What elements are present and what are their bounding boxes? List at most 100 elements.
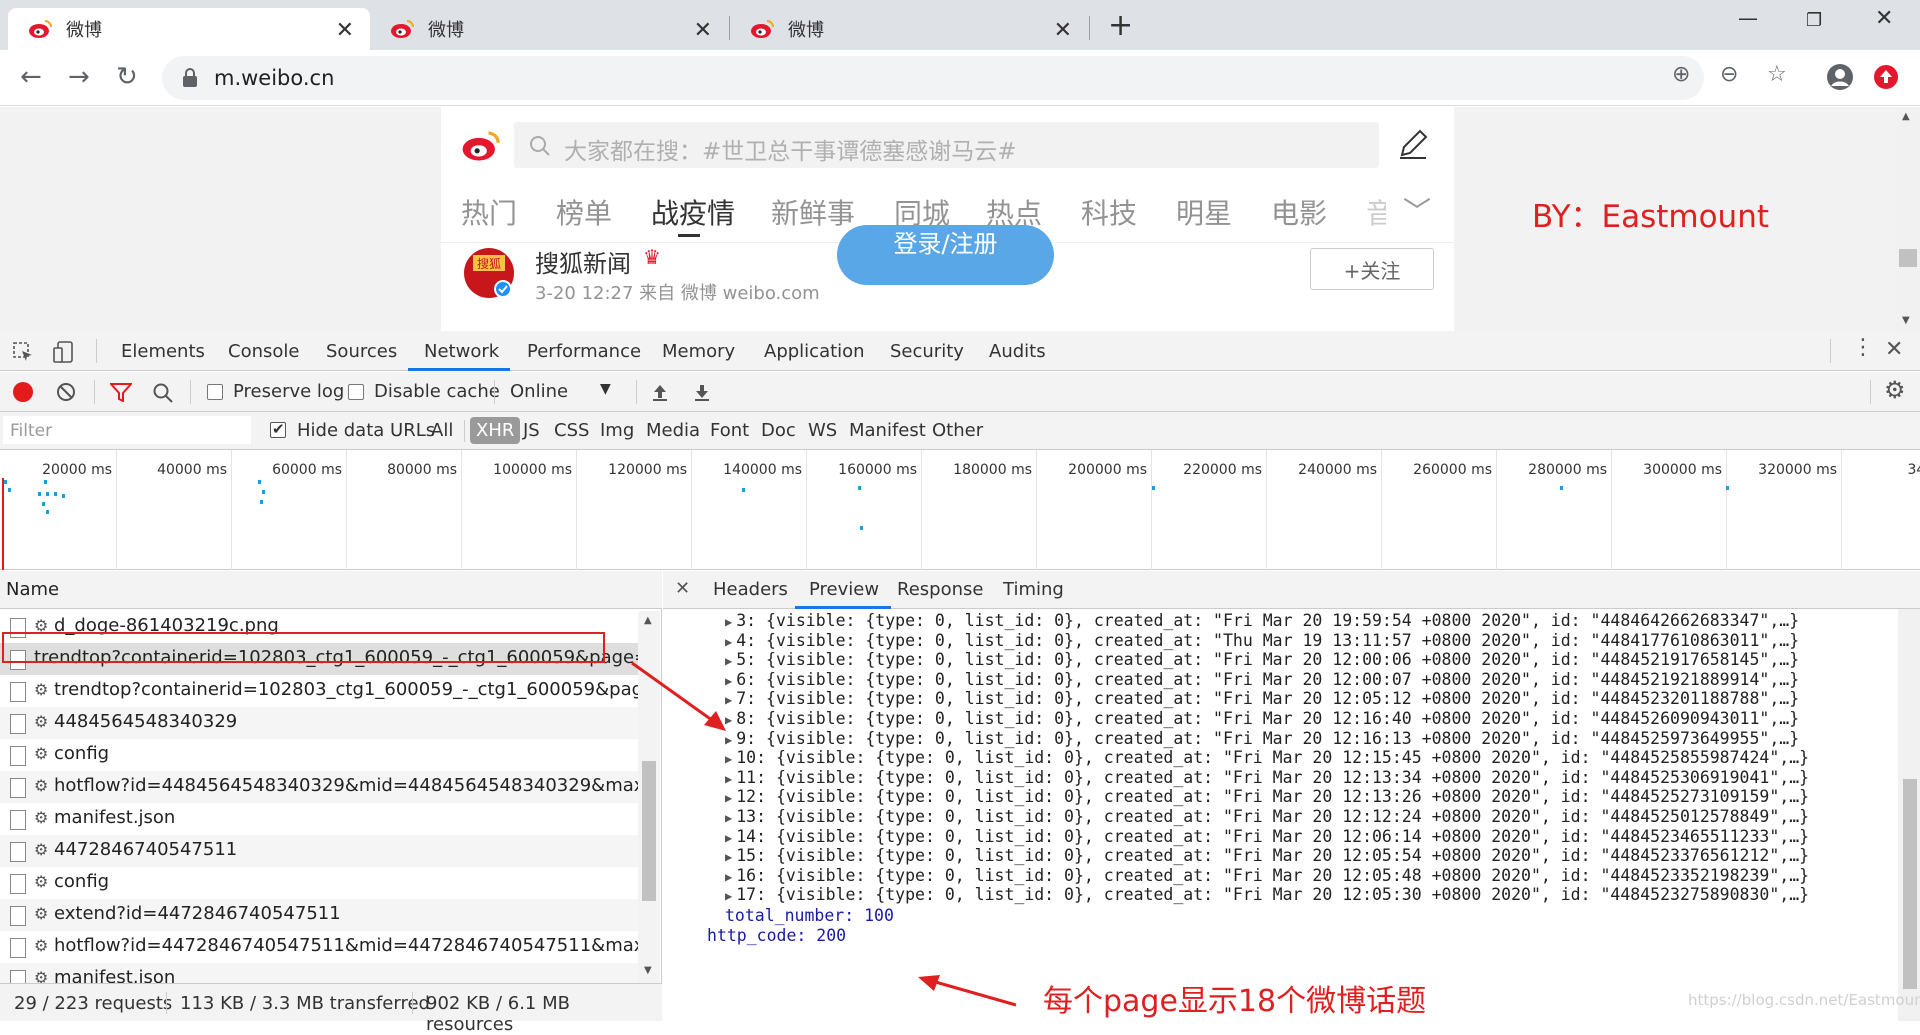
more-options-icon[interactable]: ⋮ bbox=[1852, 335, 1874, 360]
channel-tab-active[interactable]: 战疫情 bbox=[651, 192, 735, 232]
channel-tab[interactable]: 热门 bbox=[461, 192, 517, 232]
request-row[interactable]: ⚙ hotflow?id=4484564548340329&mid=4484564… bbox=[0, 771, 638, 803]
profile-avatar-icon[interactable] bbox=[1826, 63, 1854, 91]
clear-icon[interactable] bbox=[56, 382, 76, 402]
tab-response[interactable]: Response bbox=[897, 579, 983, 600]
expand-triangle-icon[interactable]: ▶ bbox=[725, 772, 732, 786]
chevron-down-icon[interactable]: ﹀ bbox=[1403, 190, 1431, 230]
type-filter-js[interactable]: JS bbox=[523, 420, 540, 441]
request-row[interactable]: ⚙ extend?id=4472846740547511 bbox=[0, 899, 638, 931]
type-filter-font[interactable]: Font bbox=[710, 420, 749, 441]
tab-application[interactable]: Application bbox=[764, 341, 865, 362]
post-author[interactable]: 搜狐新闻 bbox=[535, 244, 631, 279]
channel-tab[interactable]: 电影 bbox=[1271, 192, 1327, 232]
throttle-select[interactable]: Online bbox=[510, 381, 568, 402]
request-row[interactable]: ⚙ config bbox=[0, 867, 638, 899]
type-filter-all[interactable]: All bbox=[431, 420, 453, 441]
avatar[interactable]: 搜狐 bbox=[463, 247, 515, 299]
minimize-icon[interactable]: — bbox=[1738, 6, 1758, 30]
type-filter-xhr[interactable]: XHR bbox=[470, 417, 521, 444]
page-scrollbar[interactable]: ▲ ▼ bbox=[1896, 107, 1920, 331]
type-filter-ws[interactable]: WS bbox=[808, 420, 837, 441]
close-tab-icon[interactable]: ✕ bbox=[336, 18, 354, 43]
inspect-element-icon[interactable] bbox=[12, 341, 34, 363]
scroll-thumb[interactable] bbox=[642, 761, 656, 901]
preserve-log-checkbox[interactable] bbox=[207, 384, 223, 400]
channel-tab[interactable]: 新鲜事 bbox=[771, 192, 855, 232]
follow-button[interactable]: +关注 bbox=[1310, 248, 1434, 290]
type-filter-img[interactable]: Img bbox=[600, 420, 634, 441]
hide-data-urls-checkbox[interactable]: ✔ bbox=[270, 420, 286, 438]
update-icon[interactable] bbox=[1873, 64, 1899, 90]
close-tab-icon[interactable]: ✕ bbox=[694, 18, 712, 43]
tab-audits[interactable]: Audits bbox=[989, 341, 1046, 362]
browser-tab-1[interactable]: 微博 ✕ bbox=[8, 8, 370, 50]
request-row[interactable]: ⚙ config bbox=[0, 739, 638, 771]
network-settings-gear-icon[interactable]: ⚙ bbox=[1884, 376, 1906, 404]
tab-timing[interactable]: Timing bbox=[1003, 579, 1064, 600]
export-har-icon[interactable] bbox=[692, 382, 712, 402]
tab-headers[interactable]: Headers bbox=[713, 579, 788, 600]
scroll-up-icon[interactable]: ▲ bbox=[1902, 111, 1910, 122]
close-tab-icon[interactable]: ✕ bbox=[1054, 18, 1072, 43]
search-icon[interactable] bbox=[152, 382, 174, 404]
name-column-header[interactable]: Name bbox=[6, 579, 59, 600]
request-row[interactable]: ⚙ 4472846740547511 bbox=[0, 835, 638, 867]
channel-tab[interactable]: 明星 bbox=[1176, 192, 1232, 232]
scroll-thumb[interactable] bbox=[1903, 779, 1917, 989]
scroll-thumb[interactable] bbox=[1899, 249, 1917, 267]
tab-network[interactable]: Network bbox=[424, 341, 499, 362]
tab-preview[interactable]: Preview bbox=[809, 579, 879, 600]
expand-triangle-icon[interactable]: ▶ bbox=[725, 850, 732, 864]
tab-elements[interactable]: Elements bbox=[121, 341, 205, 362]
scroll-up-icon[interactable]: ▲ bbox=[644, 615, 652, 626]
channel-tab[interactable]: 科技 bbox=[1081, 192, 1137, 232]
login-register-button[interactable]: 登录/注册 bbox=[837, 225, 1054, 285]
request-row[interactable]: ⚙ manifest.json bbox=[0, 803, 638, 835]
type-filter-other[interactable]: Other bbox=[932, 420, 983, 441]
expand-triangle-icon[interactable]: ▶ bbox=[725, 635, 732, 649]
filter-input[interactable]: Filter bbox=[3, 416, 251, 444]
tab-performance[interactable]: Performance bbox=[527, 341, 641, 362]
tab-security[interactable]: Security bbox=[890, 341, 964, 362]
browser-tab-3[interactable]: 微博 ✕ bbox=[730, 8, 1088, 50]
compose-pencil-icon[interactable] bbox=[1394, 125, 1432, 163]
close-window-icon[interactable]: ✕ bbox=[1875, 6, 1893, 31]
reload-icon[interactable]: ↻ bbox=[116, 62, 138, 92]
new-tab-icon[interactable]: + bbox=[1108, 8, 1133, 43]
close-detail-icon[interactable]: ✕ bbox=[675, 578, 690, 599]
channel-tab[interactable]: 榜单 bbox=[556, 192, 612, 232]
network-timeline-overview[interactable]: 20000 ms 40000 ms 60000 ms 80000 ms 100000 m… bbox=[0, 450, 1920, 570]
tab-sources[interactable]: Sources bbox=[326, 341, 397, 362]
bookmark-star-icon[interactable]: ☆ bbox=[1767, 62, 1787, 87]
device-toggle-icon[interactable] bbox=[52, 339, 78, 365]
record-icon[interactable] bbox=[13, 382, 33, 402]
preview-scrollbar[interactable] bbox=[1898, 609, 1920, 1021]
channel-tab[interactable]: 音 bbox=[1366, 192, 1386, 232]
request-row[interactable]: ⚙ trendtop?containerid=102803_ctg1_600059… bbox=[0, 675, 638, 707]
scroll-down-icon[interactable]: ▼ bbox=[644, 965, 652, 976]
expand-triangle-icon[interactable]: ▶ bbox=[725, 752, 732, 766]
restore-icon[interactable]: ❐ bbox=[1806, 10, 1822, 31]
add-icon[interactable]: ⊕ bbox=[1672, 62, 1690, 87]
search-input[interactable]: 大家都在搜：#世卫总干事谭德塞感谢马云# bbox=[514, 122, 1379, 168]
expand-triangle-icon[interactable]: ▶ bbox=[725, 870, 732, 884]
zoom-out-icon[interactable]: ⊖ bbox=[1720, 62, 1738, 87]
address-bar[interactable]: m.weibo.cn bbox=[162, 56, 1704, 100]
expand-triangle-icon[interactable]: ▶ bbox=[725, 889, 732, 903]
forward-icon[interactable]: → bbox=[68, 62, 90, 92]
filter-icon[interactable] bbox=[110, 382, 132, 402]
import-har-icon[interactable] bbox=[650, 382, 670, 402]
expand-triangle-icon[interactable]: ▶ bbox=[725, 831, 732, 845]
close-devtools-icon[interactable]: ✕ bbox=[1885, 337, 1903, 362]
tab-memory[interactable]: Memory bbox=[662, 341, 735, 362]
type-filter-manifest[interactable]: Manifest bbox=[849, 420, 926, 441]
request-row[interactable]: ⚙ hotflow?id=4472846740547511&mid=4472846… bbox=[0, 931, 638, 963]
back-icon[interactable]: ← bbox=[20, 62, 42, 92]
expand-triangle-icon[interactable]: ▶ bbox=[725, 791, 732, 805]
type-filter-media[interactable]: Media bbox=[646, 420, 700, 441]
expand-triangle-icon[interactable]: ▶ bbox=[725, 811, 732, 825]
weibo-logo-icon[interactable] bbox=[461, 127, 503, 165]
browser-tab-2[interactable]: 微博 ✕ bbox=[370, 8, 728, 50]
tab-console[interactable]: Console bbox=[228, 341, 299, 362]
